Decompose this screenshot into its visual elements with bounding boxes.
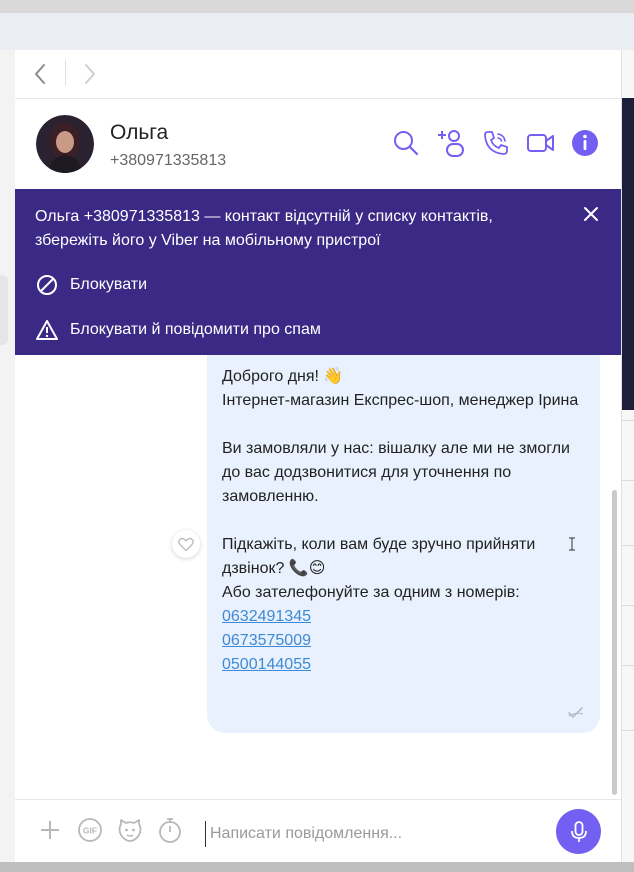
- banner-message: Ольга +380971335813 — контакт відсутній …: [35, 208, 493, 249]
- warning-icon: [35, 318, 59, 342]
- contact-phone: +380971335813: [110, 152, 227, 169]
- close-icon[interactable]: [581, 204, 601, 224]
- status-bar: [0, 862, 634, 872]
- message-question: Підкажіть, коли вам буде зручно прийняти…: [222, 536, 536, 577]
- microphone-icon: [570, 820, 587, 842]
- seen-checkmark-icon: [568, 706, 584, 718]
- divider: [622, 420, 634, 421]
- message-greeting: Доброго дня! 👋: [222, 368, 344, 385]
- block-label: Блокувати: [70, 276, 148, 293]
- scrollbar[interactable]: [612, 490, 617, 795]
- side-pane-image: [622, 98, 634, 410]
- voice-message-button[interactable]: [556, 809, 601, 854]
- call-icon[interactable]: [481, 128, 511, 158]
- contact-name: Ольга: [110, 121, 169, 144]
- svg-text:GIF: GIF: [83, 826, 97, 836]
- search-icon[interactable]: [391, 128, 421, 158]
- window-title-bar: [0, 13, 634, 51]
- message-input[interactable]: [205, 821, 552, 847]
- message-bubble[interactable]: Доброго дня! 👋 Інтернет-магазин Експрес-…: [207, 355, 600, 733]
- message-area[interactable]: Доброго дня! 👋 Інтернет-магазин Експрес-…: [15, 355, 621, 799]
- divider: [622, 665, 634, 666]
- divider: [622, 605, 634, 606]
- phone-link[interactable]: 0500144055: [222, 653, 592, 677]
- timer-icon[interactable]: [157, 817, 183, 843]
- back-arrow-icon[interactable]: [28, 62, 52, 86]
- video-call-icon[interactable]: [526, 128, 556, 158]
- message-text: Доброго дня! 👋 Інтернет-магазин Експрес-…: [222, 365, 592, 677]
- divider: [622, 545, 634, 546]
- sticker-icon[interactable]: [117, 817, 143, 843]
- forward-arrow-icon[interactable]: [78, 62, 102, 86]
- block-report-label: Блокувати й повідомити про спам: [70, 321, 321, 338]
- block-report-button[interactable]: Блокувати й повідомити про спам: [35, 318, 321, 342]
- window-top-strip: [0, 0, 634, 14]
- message-composer: GIF: [15, 799, 621, 863]
- like-button[interactable]: [172, 530, 200, 558]
- conversation-panel: Ольга +380971335813 Ольга +380971335813 …: [15, 50, 621, 863]
- block-button[interactable]: Блокувати: [35, 273, 147, 297]
- side-pane: [621, 50, 634, 862]
- chat-header: Ольга +380971335813: [15, 99, 621, 189]
- nav-separator: [65, 60, 66, 86]
- block-icon: [35, 273, 59, 297]
- chat-list-item-fragment: [0, 275, 8, 345]
- chat-list-pane: [0, 50, 16, 862]
- navigation-bar: [15, 50, 621, 99]
- heart-icon: [178, 537, 194, 551]
- message-intro: Інтернет-магазин Експрес-шоп, менеджер І…: [222, 392, 579, 409]
- gif-icon[interactable]: GIF: [77, 817, 103, 843]
- phone-link[interactable]: 0673575009: [222, 629, 592, 653]
- text-cursor-icon: [568, 537, 576, 551]
- add-participant-icon[interactable]: [436, 128, 466, 158]
- divider: [622, 480, 634, 481]
- avatar[interactable]: [36, 115, 94, 173]
- phone-link[interactable]: 0632491345: [222, 605, 592, 629]
- plus-icon[interactable]: [37, 817, 63, 843]
- unknown-contact-banner: Ольга +380971335813 — контакт відсутній …: [15, 189, 621, 355]
- divider: [622, 730, 634, 731]
- info-icon[interactable]: [570, 128, 600, 158]
- message-call-us: Або зателефонуйте за одним з номерів:: [222, 584, 520, 601]
- message-order: Ви замовляли у нас: вішалку але ми не зм…: [222, 440, 570, 505]
